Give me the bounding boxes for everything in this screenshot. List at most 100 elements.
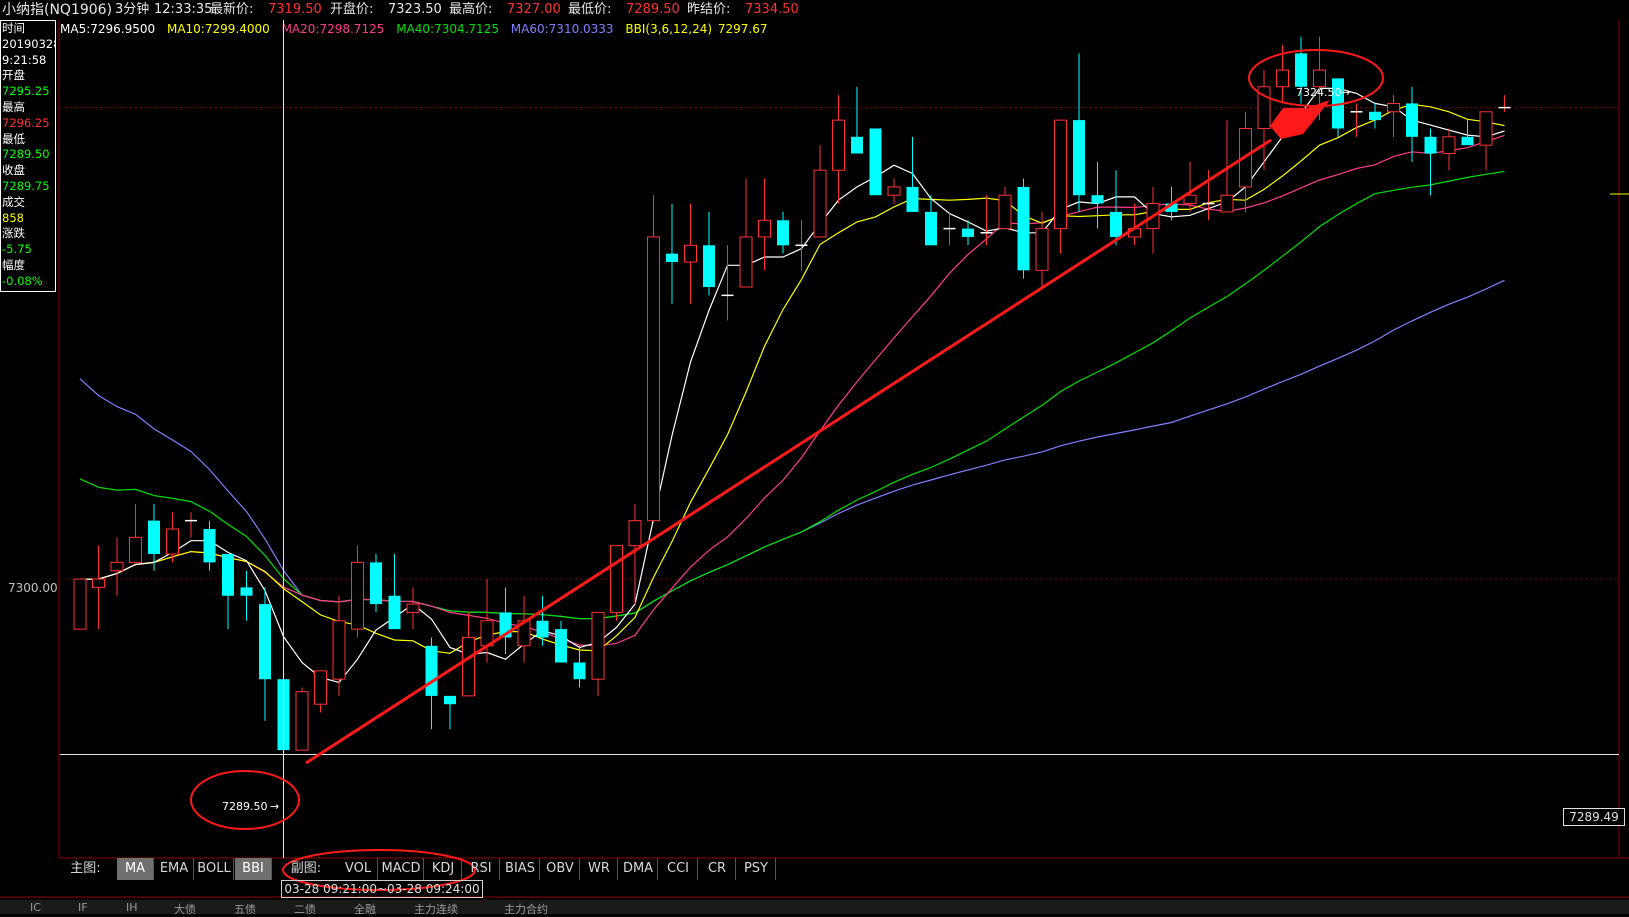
candle-body — [1017, 186, 1030, 271]
candle-body — [1110, 211, 1122, 237]
info-change-value: -5.75 — [2, 242, 32, 257]
candle-body — [73, 578, 87, 630]
tab-ma[interactable]: MA — [117, 858, 154, 880]
tab-obv[interactable]: OBV — [541, 858, 580, 880]
main-chart-label: 主图: — [70, 861, 101, 876]
candle-body — [166, 528, 179, 555]
market-tab-if[interactable]: IF — [78, 901, 88, 914]
candle-body — [536, 620, 549, 638]
info-date: 20190328 — [2, 36, 55, 51]
info-change-label: 涨跌 — [2, 226, 25, 241]
candle-body — [1054, 119, 1067, 230]
crosshair-info-panel: 时间 20190328 9:21:58 开盘 7295.25 最高 7296.2… — [0, 20, 56, 292]
annotations: 7289.50 → 7324.50 → — [190, 49, 1384, 891]
candle-body — [388, 595, 401, 630]
tab-vol[interactable]: VOL — [339, 858, 378, 880]
reference-lines — [60, 107, 1619, 580]
candle-body — [851, 136, 863, 154]
market-tab-main-contract[interactable]: 主力合约 — [504, 901, 548, 917]
candle-body — [906, 186, 919, 212]
chart-frame — [0, 20, 1629, 898]
info-pct-value: -0.08% — [2, 273, 43, 288]
candle-body — [1313, 69, 1326, 88]
tab-psy[interactable]: PSY — [737, 858, 776, 880]
candle-body — [1387, 102, 1400, 113]
candle-body — [406, 603, 420, 613]
candle-body — [1424, 136, 1437, 154]
candle-body — [370, 562, 382, 605]
info-open-value: 7295.25 — [2, 84, 50, 99]
tab-macd[interactable]: MACD — [379, 858, 424, 880]
candle-body — [1220, 194, 1234, 213]
info-close-label: 收盘 — [2, 163, 25, 178]
candle-body — [332, 620, 346, 680]
high-annotation-arrow-icon: → — [1341, 86, 1350, 99]
tab-ema[interactable]: EMA — [155, 858, 194, 880]
moving-averages — [79, 87, 1505, 684]
tab-kdj[interactable]: KDJ — [425, 858, 462, 880]
candle-body — [777, 220, 789, 246]
candle-body — [444, 695, 456, 705]
candle-body — [314, 670, 327, 705]
candle-body — [425, 645, 438, 696]
candle-body — [610, 545, 623, 613]
candlestick-chart[interactable]: 7289.50 → 7324.50 → — [0, 0, 1629, 914]
candle-body — [555, 629, 567, 663]
ma20-line — [80, 134, 1505, 647]
candle-body — [703, 245, 715, 288]
low-annotation-arrow-icon: → — [270, 800, 279, 813]
tab-bias[interactable]: BIAS — [501, 858, 540, 880]
tab-bbi[interactable]: BBI — [235, 858, 272, 880]
market-tab-5y[interactable]: 五债 — [234, 901, 256, 917]
market-tab-main-continuous[interactable]: 主力连续 — [414, 901, 458, 917]
candle-body — [1369, 111, 1381, 121]
candle-body — [1276, 69, 1289, 88]
candle-body — [1461, 136, 1474, 146]
candle-body — [203, 528, 216, 563]
market-tab-ih[interactable]: IH — [126, 901, 138, 914]
tab-boll[interactable]: BOLL — [195, 858, 234, 880]
current-price-box: 7289.49 — [1563, 808, 1625, 826]
candle-body — [1406, 103, 1418, 137]
candle-body — [462, 636, 475, 697]
candle-body — [1295, 53, 1307, 87]
market-tab-2y[interactable]: 二债 — [294, 901, 316, 917]
tab-wr[interactable]: WR — [581, 858, 618, 880]
info-open-label: 开盘 — [2, 68, 25, 83]
tab-rsi[interactable]: RSI — [463, 858, 500, 880]
candle-body — [887, 186, 901, 196]
candle-body — [295, 691, 309, 751]
candle-body — [110, 561, 124, 572]
info-high-label: 最高 — [2, 99, 25, 114]
candle-body — [1035, 228, 1049, 271]
tab-cci[interactable]: CCI — [659, 858, 698, 880]
candle-body — [758, 219, 771, 238]
candles — [73, 36, 1511, 755]
info-pct-label: 幅度 — [2, 257, 25, 272]
market-tab-10y[interactable]: 大债 — [174, 901, 196, 917]
candle-body — [647, 236, 660, 522]
candle-body — [573, 662, 586, 680]
candle-body — [666, 253, 678, 262]
candle-body — [628, 520, 642, 547]
info-close-value: 7289.75 — [2, 178, 50, 193]
info-time: 9:21:58 — [2, 52, 47, 67]
market-tab-ic[interactable]: IC — [30, 901, 41, 914]
tab-dma[interactable]: DMA — [619, 858, 658, 880]
candle-body — [259, 604, 271, 680]
candle-body — [129, 536, 142, 563]
candle-body — [148, 520, 160, 555]
candle-body — [684, 244, 697, 263]
info-high-value: 7296.25 — [2, 115, 50, 130]
market-tab-finance[interactable]: 全融 — [354, 901, 376, 917]
candle-body — [591, 611, 605, 680]
info-low-value: 7289.50 — [2, 147, 50, 162]
candle-body — [869, 128, 882, 196]
tab-cr[interactable]: CR — [699, 858, 736, 880]
selected-time-range: 03-28 09:21:00~03-28 09:24:00 — [281, 880, 483, 898]
info-volume-label: 成交 — [2, 194, 25, 209]
high-annotation-label: 7324.50 — [1296, 86, 1342, 99]
candle-body — [1073, 120, 1085, 196]
market-tabbar: IC IF IH 大债 五债 二债 全融 主力连续 主力合约 — [0, 900, 1629, 917]
candle-body — [351, 561, 364, 630]
